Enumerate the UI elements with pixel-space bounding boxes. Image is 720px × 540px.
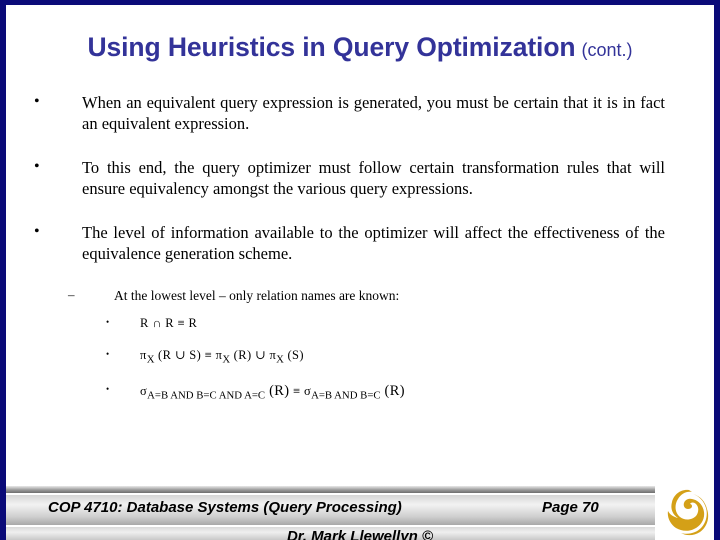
formula-expression: R ∩ R ≡ R — [140, 316, 198, 331]
slide-title: Using Heuristics in Query Optimization (c… — [0, 32, 720, 63]
formula-item: • πX (R ∪ S) ≡ πX (R) ∪ πX (S) — [0, 348, 720, 367]
bullet-item: • The level of information available to … — [0, 222, 720, 265]
formula-expression: σA=B AND B=C AND A=C (R) ≡ σA=B AND B=C … — [140, 382, 405, 402]
pegasus-icon — [667, 489, 709, 536]
slide-body: • When an equivalent query expression is… — [0, 92, 720, 419]
formula-marker: • — [106, 348, 110, 359]
bullet-text: The level of information available to th… — [82, 222, 665, 264]
bullet-marker: • — [34, 93, 40, 110]
slide-title-text: Using Heuristics in Query Optimization — [87, 32, 576, 62]
formula-item: • R ∩ R ≡ R — [0, 316, 720, 332]
bullet-marker: • — [34, 222, 40, 240]
sub-bullet-text: At the lowest level – only relation name… — [114, 287, 400, 303]
footer-author-label: Dr. Mark Llewellyn © — [286, 528, 434, 540]
formula-item: • σA=B AND B=C AND A=C (R) ≡ σA=B AND B=… — [0, 383, 720, 403]
bullet-text: When an equivalent query expression is g… — [82, 93, 665, 134]
presentation-slide: Using Heuristics in Query Optimization (c… — [0, 0, 720, 540]
formula-marker: • — [106, 317, 110, 328]
sub-bullet-marker: – — [68, 286, 75, 302]
footer-page-number: Page 70 — [542, 499, 599, 516]
bullet-item: • To this end, the query optimizer must … — [0, 157, 720, 200]
bullet-marker: • — [34, 157, 40, 175]
bullet-item: • When an equivalent query expression is… — [0, 92, 720, 135]
slide-footer: COP 4710: Database Systems (Query Proces… — [6, 486, 714, 540]
formula-expression: πX (R ∪ S) ≡ πX (R) ∪ πX (S) — [140, 347, 304, 366]
footer-course-label: COP 4710: Database Systems (Query Proces… — [48, 499, 402, 516]
bullet-text: To this end, the query optimizer must fo… — [82, 157, 665, 199]
slide-title-continuation: (cont.) — [581, 40, 633, 60]
sub-bullet-item: – At the lowest level – only relation na… — [0, 287, 720, 305]
slide-border-top-inner — [6, 5, 714, 7]
formula-marker: • — [106, 383, 110, 394]
footer-bar-top — [6, 486, 714, 493]
ucf-pegasus-logo — [655, 484, 714, 540]
